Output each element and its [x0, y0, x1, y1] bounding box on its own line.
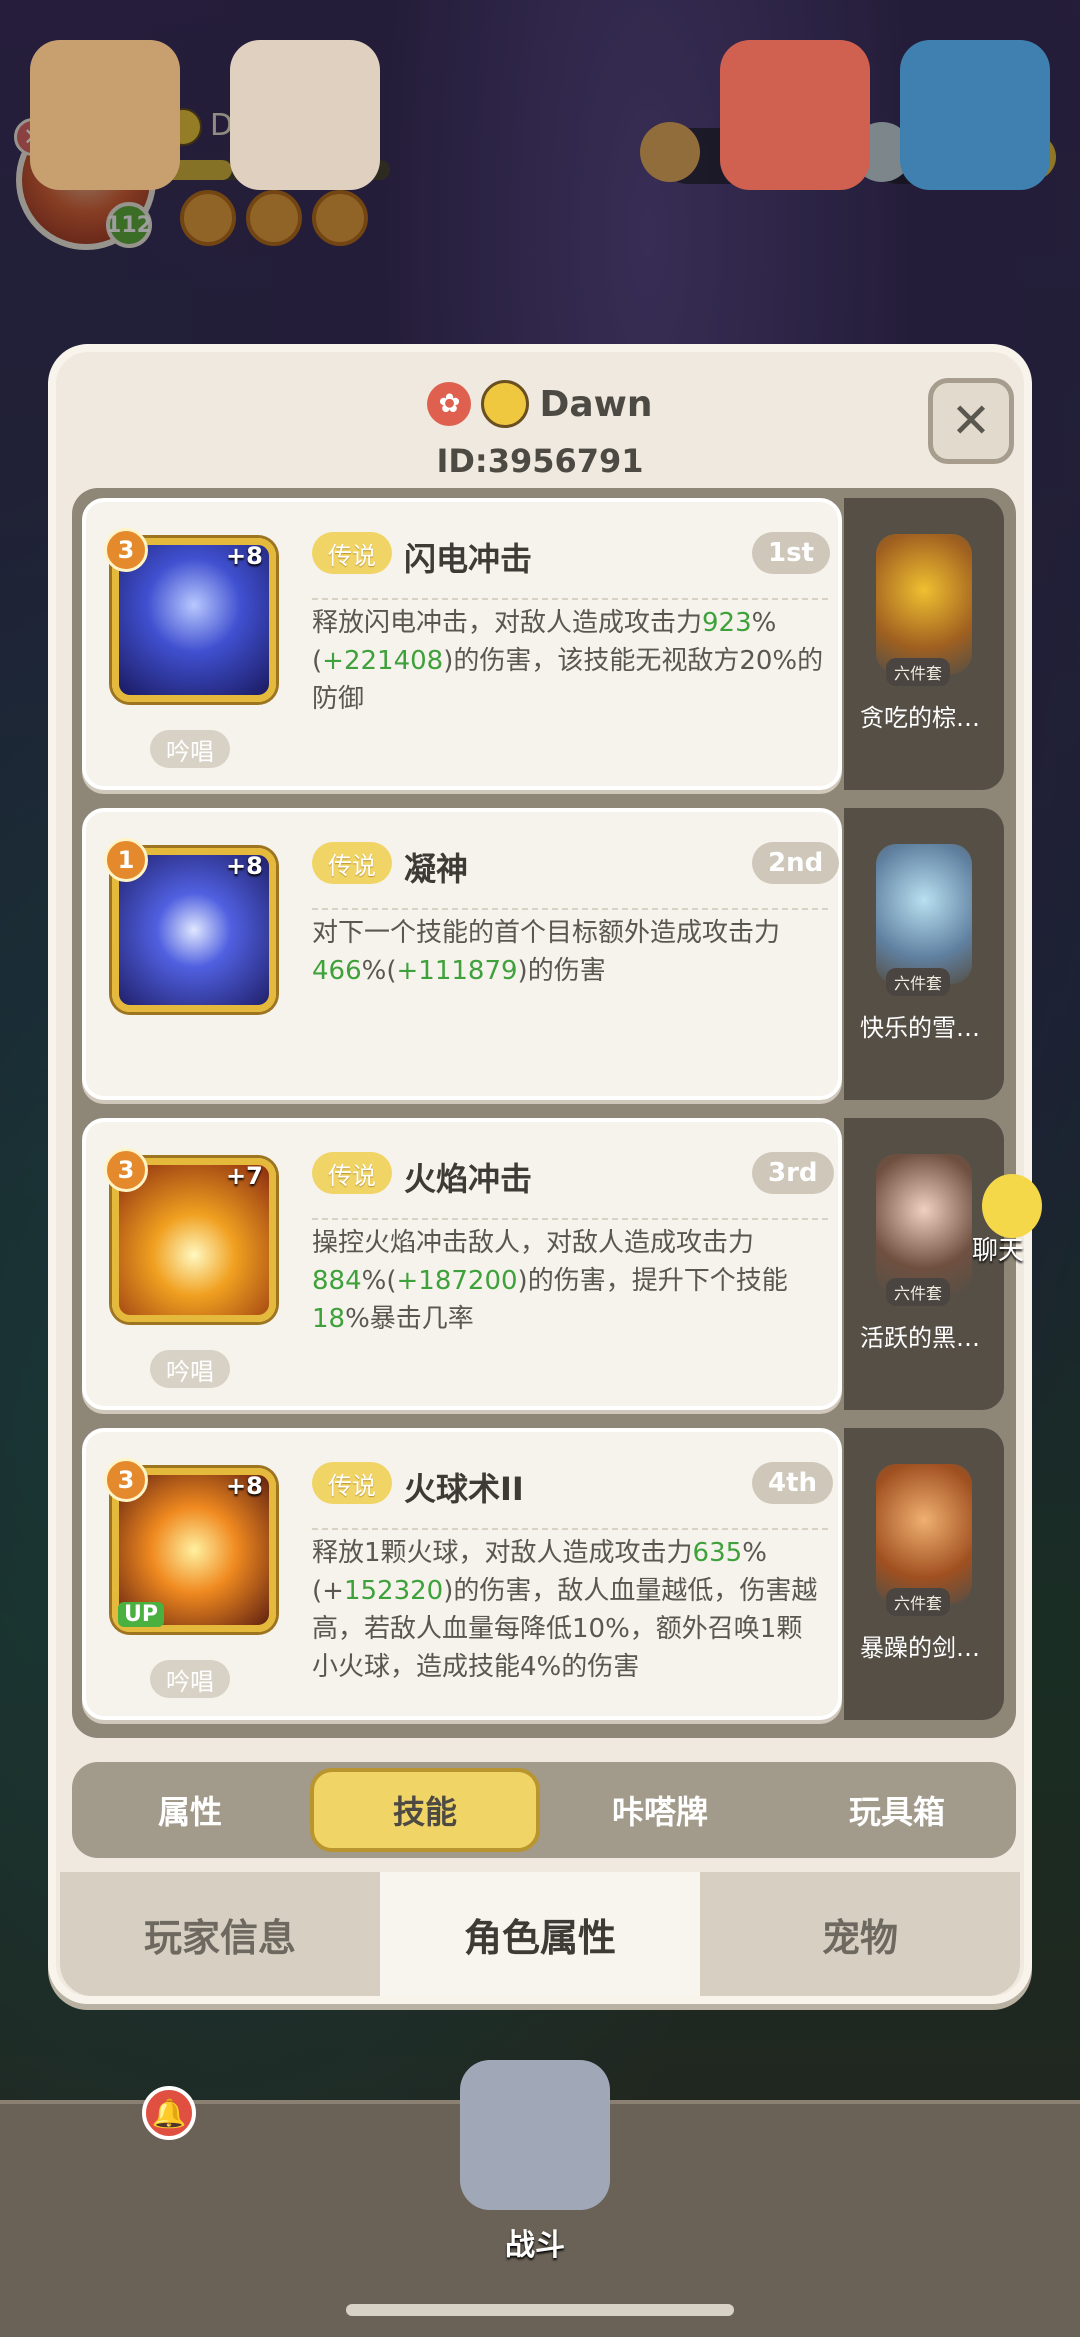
desc-text: 操控火焰冲击敌人，对敌人造成攻击力	[312, 1228, 755, 1258]
tab-toybox[interactable]: 玩具箱	[778, 1762, 1016, 1858]
rarity-tag: 传说	[312, 532, 392, 574]
sub-tab-bar: 属性 技能 咔嗒牌 玩具箱	[72, 1762, 1016, 1858]
desc-text: 释放1颗火球，对敌人造成攻击力	[312, 1538, 693, 1568]
nav-battle-label: 战斗	[505, 2228, 565, 2263]
pet-name: 活跃的黑…	[860, 1324, 980, 1352]
pet-name: 暴躁的剑…	[860, 1634, 980, 1662]
tab-pets[interactable]: 宠物	[700, 1872, 1020, 1996]
pet-slot[interactable]: 六件套 快乐的雪…	[844, 808, 1004, 1100]
pet-figure-icon	[876, 1464, 972, 1604]
pet-figure-icon	[876, 844, 972, 984]
skill-description: 释放1颗火球，对敌人造成攻击力635%(+152320)的伤害，敌人血量越低，伤…	[312, 1528, 828, 1686]
pet-figure-icon	[876, 534, 972, 674]
highlight-value: 18	[312, 1304, 346, 1334]
skill-name: 火焰冲击	[404, 1160, 533, 1198]
chant-tag: 吟唱	[150, 1660, 230, 1698]
skill-level: 3	[104, 528, 148, 572]
nav-hero-icon[interactable]	[30, 40, 180, 190]
pet-slot[interactable]: 六件套 贪吃的棕…	[844, 498, 1004, 790]
nav-shop-icon[interactable]	[900, 40, 1050, 190]
rarity-tag: 传说	[312, 842, 392, 884]
rarity-tag: 传说	[312, 1462, 392, 1504]
skill-description: 对下一个技能的首个目标额外造成攻击力 466%(+111879)的伤害	[312, 908, 828, 990]
nav-battle-icon[interactable]	[460, 2060, 610, 2210]
chat-button[interactable]: 聊天	[972, 1170, 1064, 1266]
skill-name: 凝神	[404, 850, 469, 888]
pet-name: 贪吃的棕…	[860, 704, 980, 732]
desc-text: %暴击几率	[345, 1304, 474, 1334]
emote-face-icon	[481, 380, 530, 428]
highlight-value: +221408	[322, 646, 444, 676]
pet-name: 快乐的雪…	[860, 1014, 980, 1042]
nav-pet-icon[interactable]	[720, 40, 870, 190]
skill-description: 释放闪电冲击，对敌人造成攻击力923%(+221408)的伤害，该技能无视敌方2…	[312, 598, 828, 718]
home-indicator	[346, 2304, 734, 2316]
highlight-value: 923	[702, 608, 752, 638]
skill-bonus: +8	[226, 542, 263, 570]
skill-name: 闪电冲击	[404, 540, 533, 578]
desc-text: %(	[361, 1266, 397, 1296]
skill-bonus: +8	[226, 852, 263, 880]
modal-player-name: Dawn	[539, 383, 653, 425]
skill-rank: 2nd	[752, 842, 840, 884]
desc-text: )的伤害，提升下个技能	[517, 1266, 788, 1296]
modal-title: ✿ Dawn	[56, 380, 1024, 428]
skill-level: 1	[104, 838, 148, 882]
bell-icon: 🔔	[142, 2086, 196, 2140]
skill-list[interactable]: 3 +8 传说 闪电冲击 1st 释放闪电冲击，对敌人造成攻击力923%(+22…	[72, 488, 1016, 1738]
player-info-modal: ✿ Dawn ID:3956791 ✕ 3 +8 传说 闪电冲击 1st 释放闪…	[48, 344, 1032, 2004]
tab-cards[interactable]: 咔嗒牌	[542, 1762, 778, 1858]
chat-label: 聊天	[972, 1236, 1025, 1266]
skill-name: 火球术II	[404, 1470, 524, 1508]
set-badge: 六件套	[886, 658, 951, 686]
chat-face-icon	[982, 1174, 1042, 1238]
desc-text: 释放闪电冲击，对敌人造成攻击力	[312, 608, 703, 638]
tab-player-info[interactable]: 玩家信息	[60, 1872, 380, 1996]
desc-text: %(	[361, 956, 397, 986]
player-id: ID:3956791	[436, 442, 644, 480]
highlight-value: 635	[692, 1538, 743, 1568]
skill-bonus: +8	[226, 1472, 263, 1500]
skill-bonus: +7	[226, 1162, 263, 1190]
upgrade-badge: UP	[118, 1602, 164, 1627]
skill-level: 3	[104, 1148, 148, 1192]
tab-skills[interactable]: 技能	[310, 1768, 540, 1852]
chant-tag: 吟唱	[150, 1350, 230, 1388]
rarity-tag: 传说	[312, 1152, 392, 1194]
close-button[interactable]: ✕	[928, 378, 1014, 464]
skill-level: 3	[104, 1458, 148, 1502]
highlight-value: +187200	[396, 1266, 518, 1296]
skill-rank: 3rd	[752, 1152, 834, 1194]
skill-rank: 4th	[752, 1462, 834, 1504]
skill-rank: 1st	[752, 532, 830, 574]
highlight-value: 884	[312, 1266, 362, 1296]
tab-attributes[interactable]: 属性	[72, 1762, 308, 1858]
chant-tag: 吟唱	[150, 730, 230, 768]
skill-card[interactable]: 3 +8 UP 传说 火球术II 4th 释放1颗火球，对敌人造成攻击力635%…	[82, 1428, 842, 1720]
key-icon: ✿	[427, 382, 472, 426]
set-badge: 六件套	[886, 1278, 951, 1306]
pet-figure-icon	[876, 1154, 972, 1294]
pet-slot[interactable]: 六件套 暴躁的剑…	[844, 1428, 1004, 1720]
skill-description: 操控火焰冲击敌人，对敌人造成攻击力 884%(+187200)的伤害，提升下个技能…	[312, 1218, 828, 1338]
skill-card[interactable]: 1 +8 传说 凝神 2nd 对下一个技能的首个目标额外造成攻击力 466%(+1…	[82, 808, 842, 1100]
set-badge: 六件套	[886, 968, 951, 996]
main-tab-bar: 玩家信息 角色属性 宠物	[60, 1872, 1020, 1996]
tab-character-attributes[interactable]: 角色属性	[380, 1872, 700, 1996]
skill-card[interactable]: 3 +7 传说 火焰冲击 3rd 操控火焰冲击敌人，对敌人造成攻击力 884%(+…	[82, 1118, 842, 1410]
set-badge: 六件套	[886, 1588, 951, 1616]
nav-character-icon[interactable]	[230, 40, 380, 190]
desc-text: 对下一个技能的首个目标额外造成攻击力	[312, 918, 781, 948]
highlight-value: 466	[312, 956, 362, 986]
highlight-value: 152320	[343, 1576, 444, 1606]
highlight-value: +111879	[396, 956, 518, 986]
skill-card[interactable]: 3 +8 传说 闪电冲击 1st 释放闪电冲击，对敌人造成攻击力923%(+22…	[82, 498, 842, 790]
desc-text: )的伤害	[517, 956, 606, 986]
